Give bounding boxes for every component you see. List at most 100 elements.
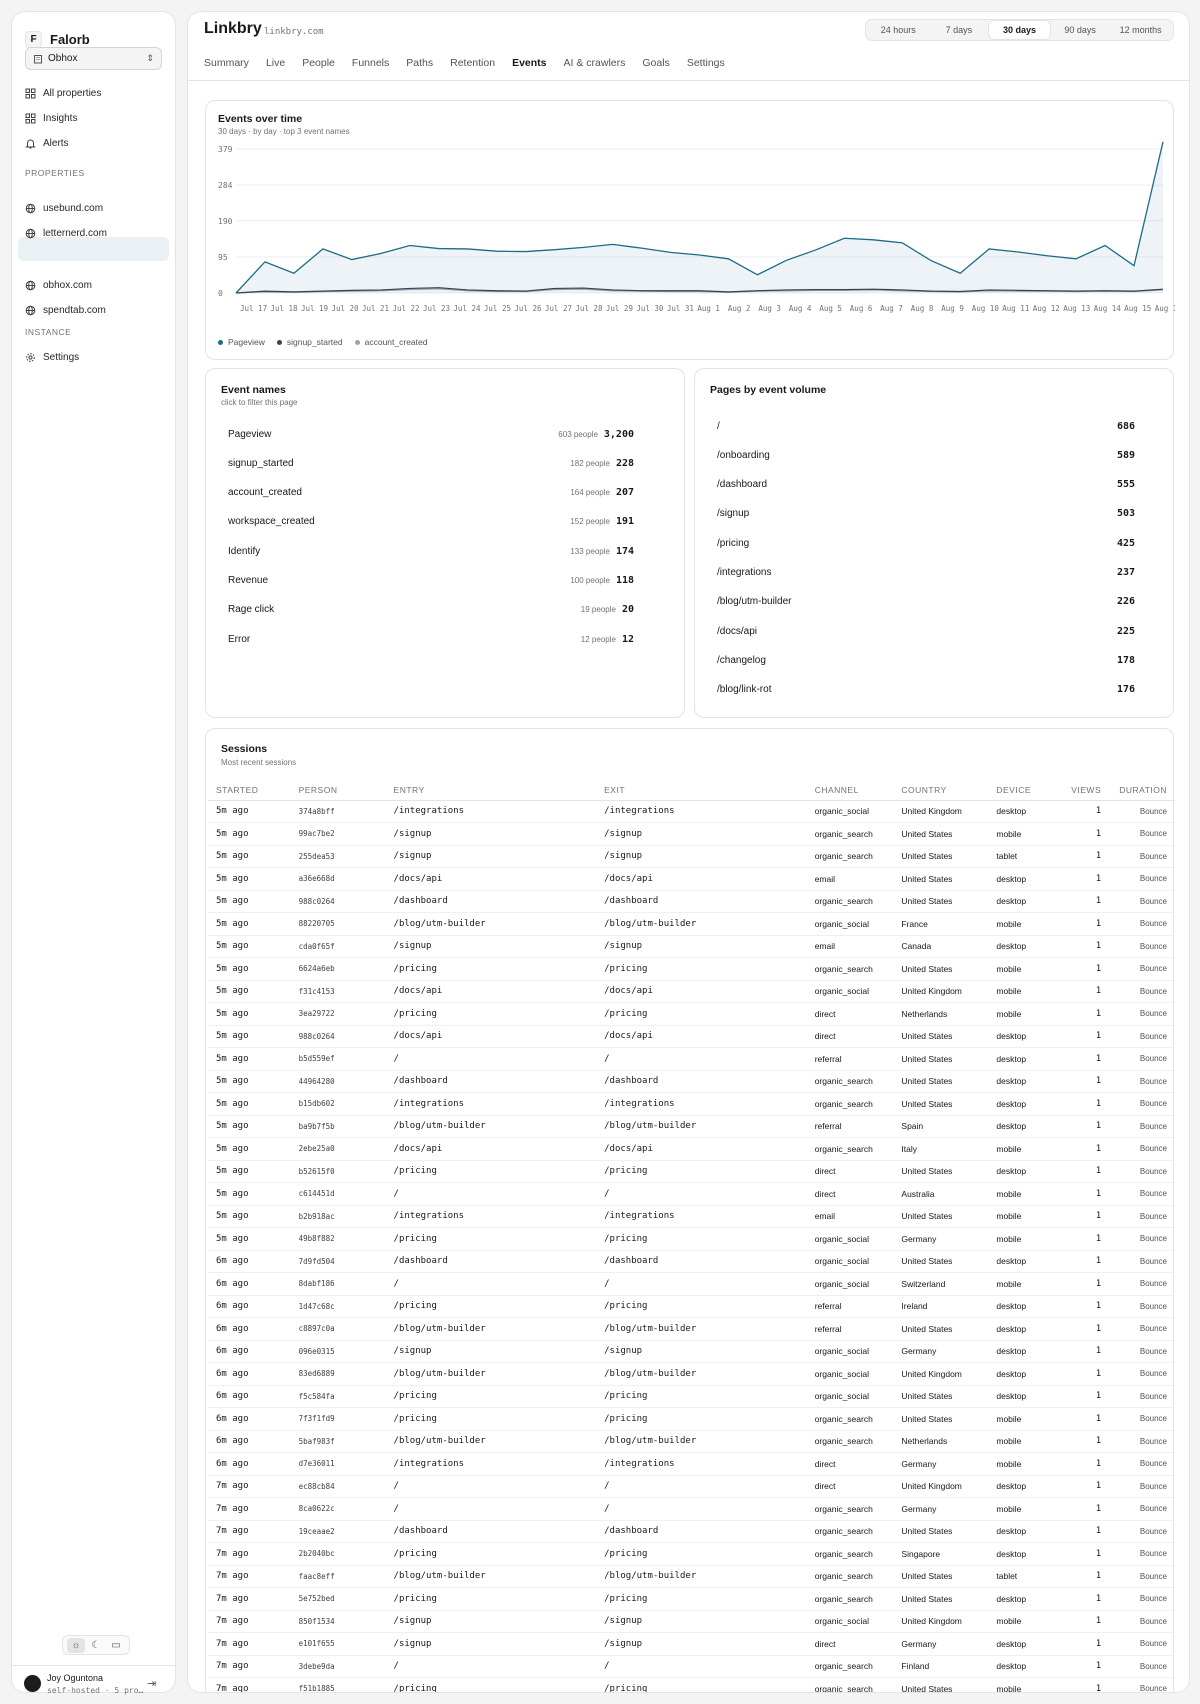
table-row[interactable]: 5m ago b52615f0/pricing/pricing direct Unit…: [208, 1160, 1175, 1183]
table-row[interactable]: 5m ago 88220705/blog/utm-builder/blog/utm…: [208, 912, 1175, 936]
range-24h[interactable]: 24 hours: [868, 21, 929, 39]
table-row[interactable]: 5m ago b5d559ef / / referral United States des…: [208, 1047, 1175, 1071]
table-row[interactable]: 5m ago 988c0264/dashboard/dashboard organi…: [208, 890, 1175, 913]
nav-all-properties[interactable]: All properties: [25, 82, 170, 104]
page-row[interactable]: /integrations 237: [717, 563, 1135, 583]
column-header[interactable]: VIEWS: [1052, 781, 1110, 801]
column-header[interactable]: CHANNEL: [806, 781, 894, 801]
table-row[interactable]: 7m ago 850f1534/signup/signup organic_soci…: [208, 1610, 1175, 1633]
event-name-row[interactable]: signup_started 182 people 228: [228, 453, 634, 473]
event-name-row[interactable]: account_created 164 people 207: [228, 483, 634, 503]
page-row[interactable]: /blog/utm-builder 226: [717, 592, 1135, 612]
table-row[interactable]: 7m ago 2b2040bc/pricing/pricing organic_se…: [208, 1542, 1175, 1566]
tab-ai-crawlers[interactable]: AI & crawlers: [564, 57, 626, 69]
tab-events[interactable]: Events: [512, 57, 546, 69]
page-row[interactable]: / 686: [717, 416, 1135, 436]
table-row[interactable]: 6m ago 096e0315/signup/signup organic_soci…: [208, 1340, 1175, 1363]
table-row[interactable]: 5m ago ba9b7f5b/blog/utm-builder/blog/utm…: [208, 1115, 1175, 1138]
page-row[interactable]: /blog/link-rot 176: [717, 680, 1135, 700]
nav-settings[interactable]: Settings: [25, 346, 170, 368]
theme-toggle[interactable]: ☼ ☾ ▭: [62, 1635, 130, 1655]
moon-icon[interactable]: ☾: [87, 1638, 105, 1653]
page-row[interactable]: /changelog 178: [717, 650, 1135, 670]
monitor-icon[interactable]: ▭: [107, 1638, 125, 1653]
logout-icon[interactable]: ⇥: [147, 1677, 156, 1690]
table-row[interactable]: 5m ago 374a8bff/integrations/integrations…: [208, 800, 1175, 823]
page-row[interactable]: /docs/api 225: [717, 621, 1135, 641]
table-row[interactable]: 6m ago 83ed6889/blog/utm-builder/blog/utm…: [208, 1362, 1175, 1386]
table-row[interactable]: 5m ago 3ea29722/pricing/pricing direct Neth…: [208, 1002, 1175, 1026]
tab-goals[interactable]: Goals: [642, 57, 669, 69]
range-12m[interactable]: 12 months: [1110, 21, 1171, 39]
property-usebund[interactable]: usebund.com: [25, 197, 170, 219]
tab-live[interactable]: Live: [266, 57, 285, 69]
table-row[interactable]: 6m ago 7d9fd504/dashboard/dashboard organi…: [208, 1250, 1175, 1273]
tab-summary[interactable]: Summary: [204, 57, 249, 69]
table-row[interactable]: 6m ago 7f3f1fd9/pricing/pricing organic_se…: [208, 1407, 1175, 1431]
table-row[interactable]: 5m ago cda0f65f/signup/signup email Canada d…: [208, 935, 1175, 958]
table-row[interactable]: 5m ago 44964280/dashboard/dashboard organi…: [208, 1070, 1175, 1093]
tab-people[interactable]: People: [302, 57, 335, 69]
page-row[interactable]: /signup 503: [717, 504, 1135, 524]
table-row[interactable]: 7m ago ec88cb84// direct United Kingdom desk…: [208, 1475, 1175, 1498]
event-name-row[interactable]: Pageview 603 people 3,200: [228, 424, 634, 444]
table-row[interactable]: 5m ago f31c4153/docs/api/docs/api organic_…: [208, 980, 1175, 1003]
event-name-row[interactable]: Revenue 100 people 118: [228, 571, 634, 591]
page-row[interactable]: /pricing 425: [717, 533, 1135, 553]
event-name-row[interactable]: Identify 133 people 174: [228, 541, 634, 561]
column-header[interactable]: DURATION: [1109, 781, 1175, 801]
sun-icon[interactable]: ☼: [67, 1637, 85, 1653]
column-header[interactable]: STARTED: [208, 781, 291, 801]
legend-item[interactable]: signup_started: [276, 337, 343, 347]
table-row[interactable]: 5m ago 99ac7be2/signup/signup organic_sear…: [208, 822, 1175, 846]
table-row[interactable]: 6m ago f5c584fa/pricing/pricing organic_so…: [208, 1385, 1175, 1408]
property-letternerd[interactable]: letternerd.com: [25, 222, 170, 244]
table-row[interactable]: 5m ago 6624a6eb/pricing/pricing organic_se…: [208, 957, 1175, 981]
table-row[interactable]: 5m ago b15db602/integrations/integrations…: [208, 1092, 1175, 1116]
table-row[interactable]: 5m ago 49b8f882/pricing/pricing organic_so…: [208, 1227, 1175, 1251]
column-header[interactable]: EXIT: [596, 781, 807, 801]
event-name-row[interactable]: workspace_created 152 people 191: [228, 512, 634, 532]
table-row[interactable]: 7m ago 8ca0622c / / organic_search Germany mob…: [208, 1497, 1175, 1521]
page-row[interactable]: /dashboard 555: [717, 475, 1135, 495]
event-name-row[interactable]: Error 12 people 12: [228, 629, 634, 649]
nav-insights[interactable]: Insights: [25, 107, 170, 129]
column-header[interactable]: PERSON: [290, 781, 386, 801]
table-row[interactable]: 7m ago 19ceaae2/dashboard/dashboard organi…: [208, 1520, 1175, 1543]
event-name-row[interactable]: Rage click 19 people 20: [228, 600, 634, 620]
page-row[interactable]: /onboarding 589: [717, 445, 1135, 465]
table-row[interactable]: 5m ago 988c0264/docs/api/docs/api direct Un…: [208, 1025, 1175, 1048]
range-30d[interactable]: 30 days: [989, 21, 1050, 39]
table-row[interactable]: 7m ago faac8eff/blog/utm-builder/blog/utm…: [208, 1565, 1175, 1588]
table-row[interactable]: 5m ago a36e668d/docs/api/docs/api email Uni…: [208, 867, 1175, 891]
table-row[interactable]: 6m ago 1d47c68c/pricing/pricing referral Ir…: [208, 1295, 1175, 1318]
table-row[interactable]: 6m ago c8897c0a/blog/utm-builder/blog/utm…: [208, 1317, 1175, 1341]
range-7d[interactable]: 7 days: [929, 21, 990, 39]
column-header[interactable]: ENTRY: [385, 781, 597, 801]
table-row[interactable]: 6m ago 8dabf186// organic_social Switzerlan…: [208, 1272, 1175, 1296]
column-header[interactable]: DEVICE: [988, 781, 1053, 801]
table-row[interactable]: 5m ago c614451d / / direct Australia mobile 1 Bo…: [208, 1182, 1175, 1206]
org-select[interactable]: Obhox ⇕: [25, 47, 162, 70]
table-row[interactable]: 7m ago e101f655/signup/signup direct German…: [208, 1632, 1175, 1656]
table-row[interactable]: 6m ago d7e36011/integrations/integrations…: [208, 1452, 1175, 1476]
nav-alerts[interactable]: Alerts: [25, 132, 170, 154]
range-90d[interactable]: 90 days: [1050, 21, 1111, 39]
tab-retention[interactable]: Retention: [450, 57, 495, 69]
table-row[interactable]: 7m ago f51b1885/pricing/pricing organic_se…: [208, 1677, 1175, 1692]
legend-item[interactable]: account_created: [354, 337, 427, 347]
events-chart[interactable]: 095190284379Jul 17 Jul 18 Jul 19 Jul 20 Jul …: [206, 101, 1175, 331]
tab-settings[interactable]: Settings: [687, 57, 725, 69]
property-spendtab[interactable]: spendtab.com: [25, 299, 170, 321]
table-row[interactable]: 5m ago 2ebe25a0/docs/api/docs/api organic_…: [208, 1137, 1175, 1161]
tab-paths[interactable]: Paths: [406, 57, 433, 69]
tab-funnels[interactable]: Funnels: [352, 57, 389, 69]
table-row[interactable]: 7m ago 3debe9da / / organic_search Finland des…: [208, 1655, 1175, 1678]
column-header[interactable]: COUNTRY: [893, 781, 989, 801]
property-obhox[interactable]: obhox.com: [25, 274, 170, 296]
table-row[interactable]: 5m ago b2b918ac/integrations/integrations…: [208, 1205, 1175, 1228]
legend-item[interactable]: Pageview: [218, 337, 265, 347]
table-row[interactable]: 5m ago 255dea53/signup/signup organic_sear…: [208, 845, 1175, 868]
table-row[interactable]: 6m ago 5baf983f/blog/utm-builder/blog/utm…: [208, 1430, 1175, 1453]
table-row[interactable]: 7m ago 5e752bed/pricing/pricing organic_se…: [208, 1587, 1175, 1611]
